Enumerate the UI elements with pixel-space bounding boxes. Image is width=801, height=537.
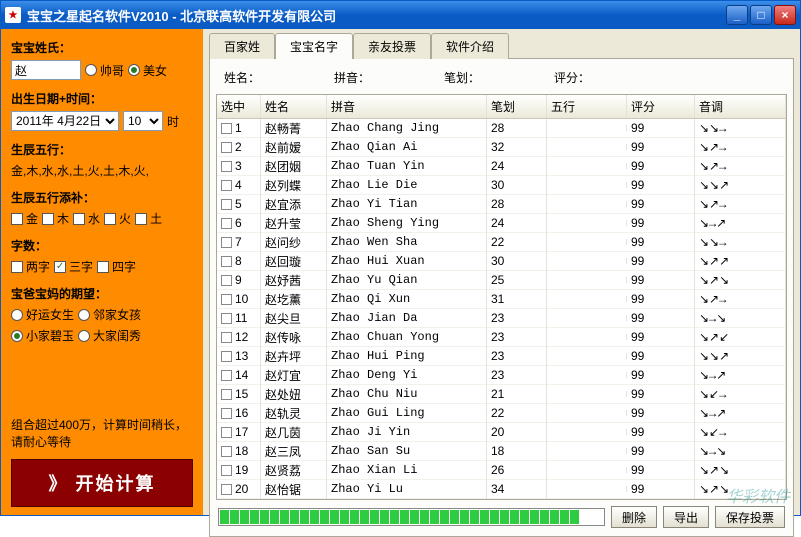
- export-button[interactable]: 导出: [663, 506, 709, 528]
- start-compute-button[interactable]: 》 开始计算: [11, 459, 193, 507]
- hdr-wuxing[interactable]: 五行: [547, 95, 627, 118]
- row-checkbox[interactable]: [221, 123, 232, 134]
- row-checkbox[interactable]: [221, 294, 232, 305]
- filter-pinyin: 拼音：: [334, 69, 414, 86]
- row-checkbox[interactable]: [221, 142, 232, 153]
- hdr-name[interactable]: 姓名: [261, 95, 327, 118]
- wuxing-value: 金,木,水,水,土,火,土,木,火,: [11, 162, 193, 179]
- zishu-three[interactable]: 三字: [54, 258, 93, 275]
- table-row[interactable]: 20赵怡锯Zhao Yi Lu3499↘↗↘: [217, 480, 786, 499]
- row-checkbox[interactable]: [221, 370, 232, 381]
- surname-label: 宝宝姓氏：: [11, 39, 193, 56]
- row-checkbox[interactable]: [221, 256, 232, 267]
- qiwang-label: 宝爸宝妈的期望：: [11, 285, 193, 302]
- row-checkbox[interactable]: [221, 351, 232, 362]
- titlebar: ★ 宝宝之星起名软件V2010 - 北京联高软件开发有限公司 _ □ ×: [1, 1, 800, 29]
- hdr-score[interactable]: 评分: [627, 95, 695, 118]
- tianbu-jin[interactable]: 金: [11, 210, 38, 227]
- tianbu-shui[interactable]: 水: [73, 210, 100, 227]
- gender-boy-radio[interactable]: 帅哥: [85, 62, 124, 79]
- birth-label: 出生日期+时间：: [11, 90, 193, 107]
- tianbu-huo[interactable]: 火: [104, 210, 131, 227]
- row-checkbox[interactable]: [221, 427, 232, 438]
- row-checkbox[interactable]: [221, 313, 232, 324]
- row-checkbox[interactable]: [221, 237, 232, 248]
- row-checkbox[interactable]: [221, 161, 232, 172]
- close-button[interactable]: ×: [774, 5, 796, 25]
- qiwang-opt3[interactable]: 小家碧玉: [11, 327, 74, 344]
- row-checkbox[interactable]: [221, 199, 232, 210]
- row-checkbox[interactable]: [221, 218, 232, 229]
- delete-button[interactable]: 删除: [611, 506, 657, 528]
- tianbu-label: 生辰五行添补：: [11, 189, 193, 206]
- row-checkbox[interactable]: [221, 275, 232, 286]
- wuxing-label: 生辰五行：: [11, 141, 193, 158]
- row-checkbox[interactable]: [221, 465, 232, 476]
- row-checkbox[interactable]: [221, 389, 232, 400]
- app-icon: ★: [5, 7, 21, 23]
- tianbu-tu[interactable]: 土: [135, 210, 162, 227]
- tabs: 百家姓 宝宝名字 亲友投票 软件介绍: [203, 29, 800, 58]
- zishu-two[interactable]: 两字: [11, 258, 50, 275]
- zishu-four[interactable]: 四字: [97, 258, 136, 275]
- maximize-button[interactable]: □: [750, 5, 772, 25]
- surname-input[interactable]: [11, 60, 81, 80]
- zishu-label: 字数：: [11, 237, 193, 254]
- tab-qinyoutoupiao[interactable]: 亲友投票: [353, 33, 431, 59]
- row-checkbox[interactable]: [221, 446, 232, 457]
- hdr-tone[interactable]: 音调: [695, 95, 786, 118]
- progress-bar: [218, 508, 605, 526]
- list-header: 选中 姓名 拼音 笔划 五行 评分 音调: [217, 95, 786, 119]
- sidebar: 宝宝姓氏： 帅哥 美女 出生日期+时间： 2011年 4月22日 10 时 生辰…: [1, 29, 203, 515]
- qiwang-opt1[interactable]: 好运女生: [11, 306, 74, 323]
- filter-bihua: 笔划：: [444, 69, 524, 86]
- hdr-sel[interactable]: 选中: [217, 95, 261, 118]
- row-checkbox[interactable]: [221, 484, 232, 495]
- save-vote-button[interactable]: 保存投票: [715, 506, 785, 528]
- tab-panel: 姓名： 拼音： 笔划： 评分： 选中 姓名 拼音 笔划 五行 评分 音调: [209, 58, 794, 537]
- birth-date-select[interactable]: 2011年 4月22日: [11, 111, 119, 131]
- filter-score: 评分：: [554, 69, 634, 86]
- list-body[interactable]: 1赵畅菁Zhao Chang Jing2899↘↘→2赵前嫒Zhao Qian …: [217, 119, 786, 499]
- tab-ruanjianjieshao[interactable]: 软件介绍: [431, 33, 509, 59]
- filter-row: 姓名： 拼音： 笔划： 评分：: [216, 65, 787, 94]
- row-checkbox[interactable]: [221, 408, 232, 419]
- tab-baijiaxing[interactable]: 百家姓: [209, 33, 275, 59]
- qiwang-opt2[interactable]: 邻家女孩: [78, 306, 141, 323]
- row-checkbox[interactable]: [221, 332, 232, 343]
- window-title: 宝宝之星起名软件V2010 - 北京联高软件开发有限公司: [27, 6, 726, 25]
- tab-baobaomingzi[interactable]: 宝宝名字: [275, 33, 353, 59]
- minimize-button[interactable]: _: [726, 5, 748, 25]
- row-checkbox[interactable]: [221, 180, 232, 191]
- qiwang-opt4[interactable]: 大家闺秀: [78, 327, 141, 344]
- hint-text: 组合超过400万，计算时间稍长，请耐心等待: [11, 417, 193, 451]
- filter-name: 姓名：: [224, 69, 304, 86]
- hour-suffix: 时: [167, 113, 179, 130]
- birth-hour-select[interactable]: 10: [123, 111, 163, 131]
- hdr-bihua[interactable]: 笔划: [487, 95, 547, 118]
- name-list: 选中 姓名 拼音 笔划 五行 评分 音调 1赵畅菁Zhao Chang Jing…: [216, 94, 787, 500]
- gender-girl-radio[interactable]: 美女: [128, 62, 167, 79]
- tianbu-mu[interactable]: 木: [42, 210, 69, 227]
- hdr-pinyin[interactable]: 拼音: [327, 95, 487, 118]
